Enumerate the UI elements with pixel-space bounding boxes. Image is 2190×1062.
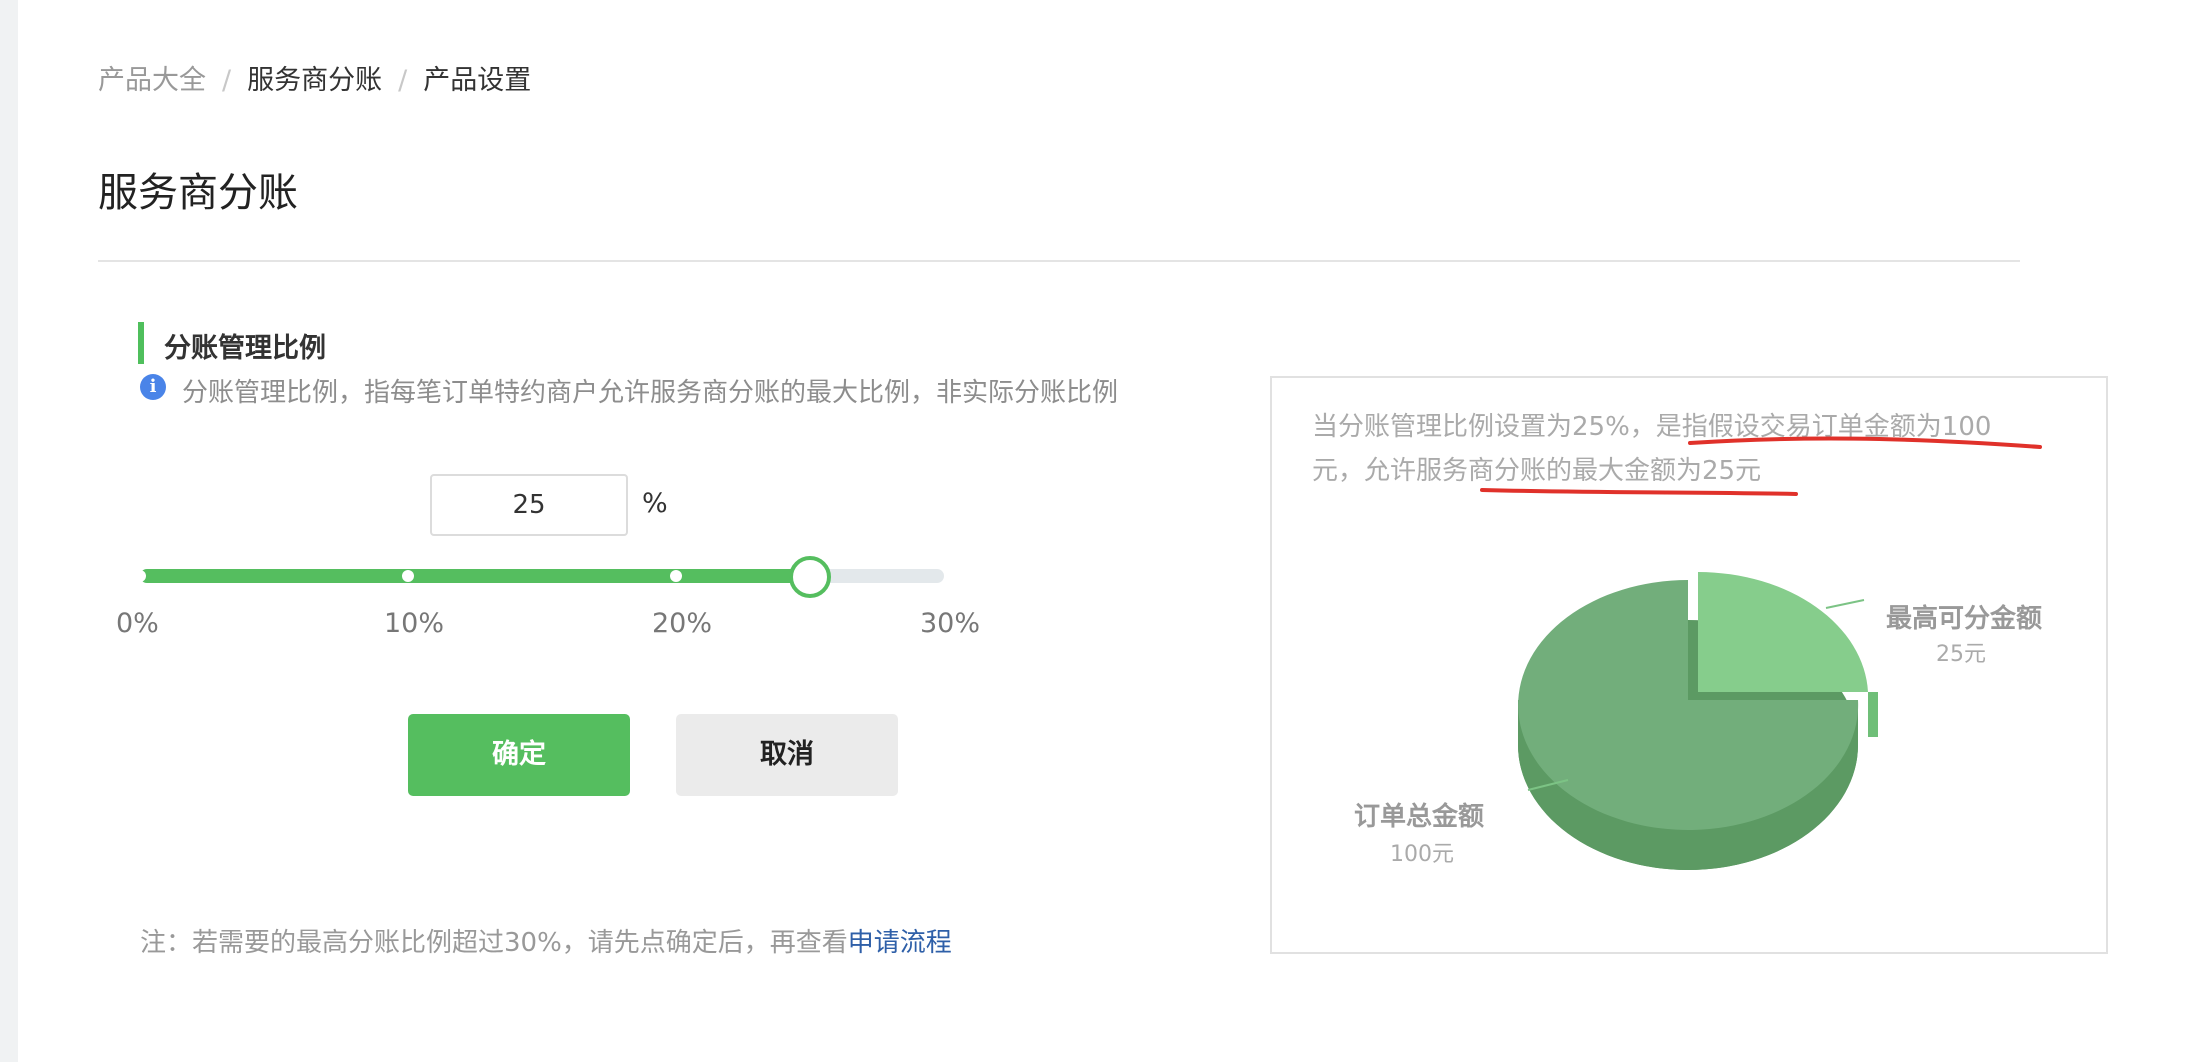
explanation-highlight: 最大金额为25元 bbox=[1572, 456, 1762, 486]
ratio-input[interactable] bbox=[430, 474, 628, 536]
breadcrumb-item-product-settings: 产品设置 bbox=[423, 65, 532, 96]
section-title: 分账管理比例 bbox=[164, 333, 326, 364]
section-accent-bar bbox=[138, 322, 144, 364]
title-divider bbox=[98, 260, 2020, 262]
explanation-text: 元，允许服务商分账的 bbox=[1312, 456, 1573, 486]
pie-value-order-total: 100元 bbox=[1390, 842, 1454, 867]
explanation-line-1: 当分账管理比例设置为25%，是指假设交易订单金额为100 bbox=[1312, 406, 1991, 443]
breadcrumb-separator: / bbox=[222, 65, 232, 96]
page-title: 服务商分账 bbox=[98, 170, 298, 216]
footnote: 注：若需要的最高分账比例超过30%，请先点确定后，再查看申请流程 bbox=[140, 922, 952, 959]
left-gutter bbox=[0, 0, 18, 1062]
breadcrumb-item-products[interactable]: 产品大全 bbox=[98, 65, 206, 96]
breadcrumb-item-provider-split[interactable]: 服务商分账 bbox=[247, 65, 382, 96]
explanation-text: 当分账管理比例设置为25%， bbox=[1312, 412, 1656, 442]
breadcrumb-separator: / bbox=[398, 65, 408, 96]
ratio-unit: % bbox=[642, 488, 668, 519]
slider-tick-label: 10% bbox=[384, 608, 445, 639]
cancel-button[interactable]: 取消 bbox=[676, 714, 898, 796]
slider-tick-label: 20% bbox=[652, 608, 713, 639]
slider-tick-label: 30% bbox=[920, 608, 981, 639]
breadcrumb: 产品大全 / 服务商分账 / 产品设置 bbox=[98, 58, 531, 97]
explanation-line-2: 元，允许服务商分账的最大金额为25元 bbox=[1312, 450, 1761, 487]
info-text: 分账管理比例，指每笔订单特约商户允许服务商分账的最大比例，非实际分账比例 bbox=[182, 378, 1119, 408]
pie-label-max-split: 最高可分金额 bbox=[1886, 604, 2043, 634]
footnote-text: 注：若需要的最高分账比例超过30%，请先点确定后，再查看 bbox=[140, 928, 848, 958]
slider-stop-0 bbox=[134, 570, 146, 582]
confirm-button[interactable]: 确定 bbox=[408, 714, 630, 796]
explanation-highlight: 是指假设交易订单金额为100 bbox=[1655, 412, 1992, 442]
info-icon: i bbox=[140, 374, 166, 400]
ratio-slider-handle[interactable] bbox=[789, 556, 831, 598]
pie-label-order-total: 订单总金额 bbox=[1354, 802, 1485, 832]
slider-stop-10 bbox=[402, 570, 414, 582]
slider-stop-20 bbox=[670, 570, 682, 582]
apply-process-link[interactable]: 申请流程 bbox=[848, 928, 952, 958]
slider-tick-label: 0% bbox=[116, 608, 159, 639]
ratio-slider-fill bbox=[140, 569, 810, 583]
pie-value-max-split: 25元 bbox=[1936, 642, 1986, 667]
